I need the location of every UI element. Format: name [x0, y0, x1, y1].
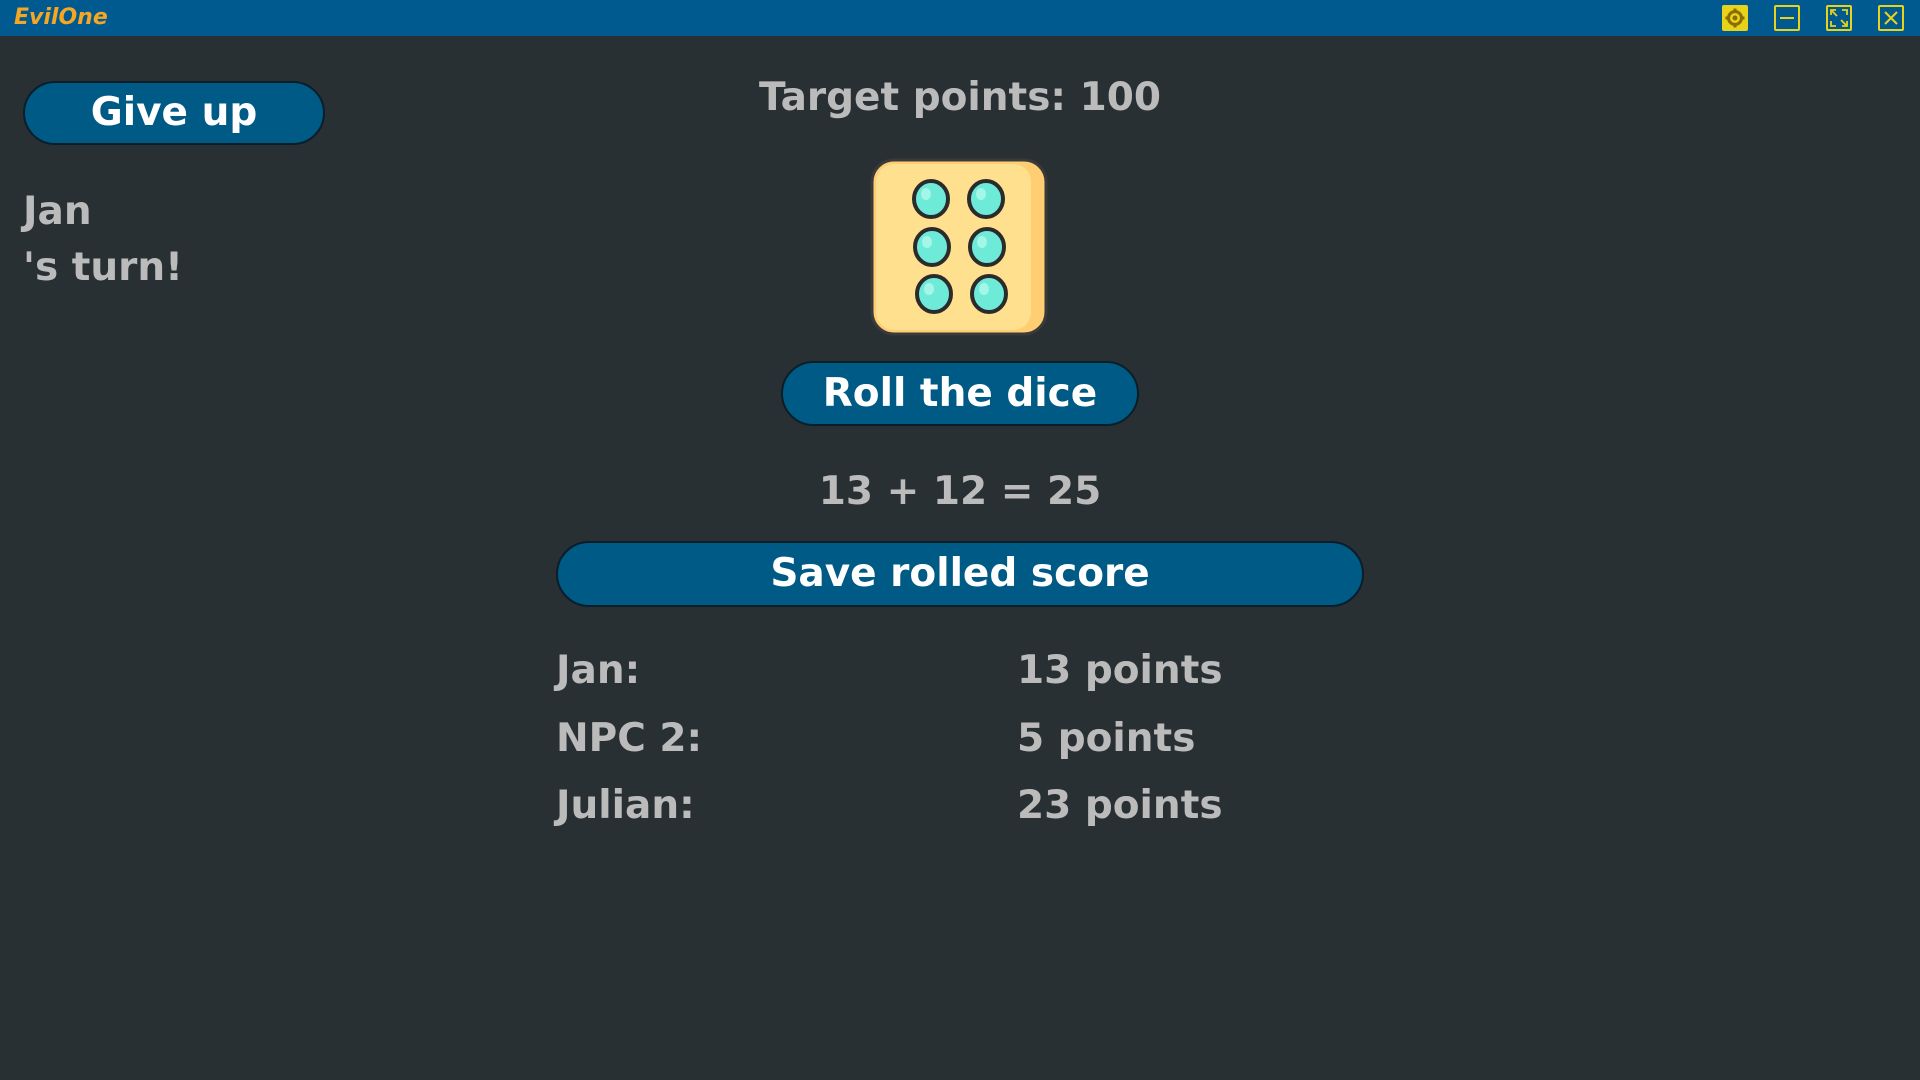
- die-six-icon: [870, 158, 1048, 336]
- maximize-button[interactable]: [1826, 5, 1852, 31]
- close-icon: [1884, 11, 1898, 25]
- close-button[interactable]: [1878, 5, 1904, 31]
- score-row-name: Julian:: [556, 783, 695, 828]
- maximize-icon: [1830, 9, 1848, 27]
- give-up-button[interactable]: Give up: [23, 81, 325, 145]
- score-row-name: NPC 2:: [556, 716, 703, 761]
- score-row-points: 5 points: [1017, 716, 1196, 761]
- turn-label: 's turn!: [23, 245, 183, 290]
- minimize-button[interactable]: [1774, 5, 1800, 31]
- score-row-points: 23 points: [1017, 783, 1223, 828]
- settings-button[interactable]: [1722, 5, 1748, 31]
- roll-equation: 13 + 12 = 25: [818, 469, 1102, 514]
- minimize-icon: [1780, 17, 1794, 19]
- app-title: EvilOne: [14, 5, 108, 30]
- roll-dice-button[interactable]: Roll the dice: [781, 361, 1139, 426]
- title-bar: EvilOne: [0, 0, 1920, 36]
- score-row-name: Jan:: [556, 648, 641, 693]
- target-points-label: Target points: 100: [759, 75, 1161, 120]
- gear-icon: [1725, 8, 1745, 28]
- score-row-points: 13 points: [1017, 648, 1223, 693]
- save-score-button[interactable]: Save rolled score: [556, 541, 1364, 607]
- current-player-name: Jan: [23, 189, 92, 234]
